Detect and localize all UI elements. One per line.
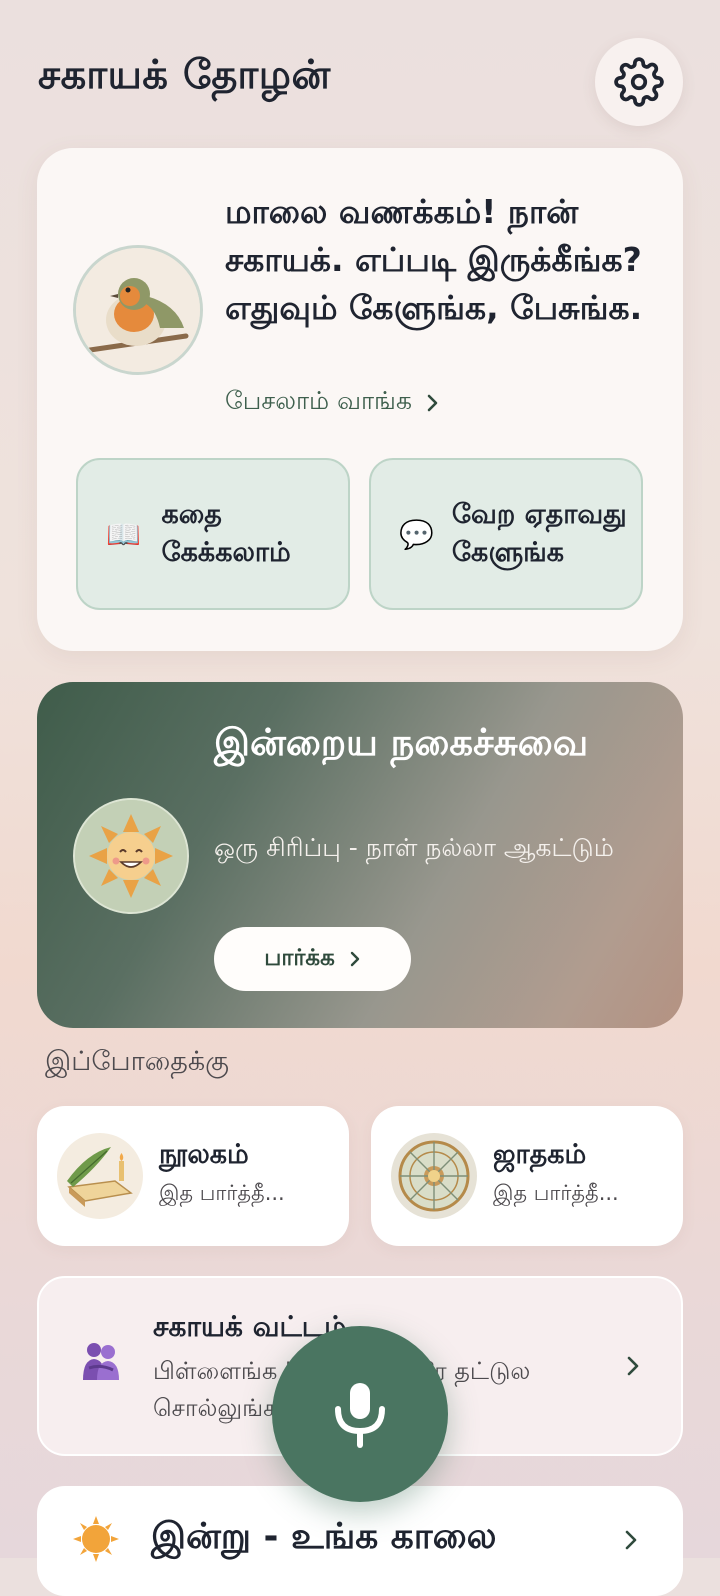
view-joke-button[interactable]: பார்க்க [214, 927, 411, 991]
welcome-card: மாலை வணக்கம்! நான் சகாயக். எப்படி இருக்க… [37, 148, 683, 651]
story-chip-label: கதை கேக்கலாம் [161, 499, 291, 568]
joke-title: இன்றைய நகைச்சுவை [214, 721, 589, 764]
chevron-right-icon [625, 1530, 637, 1550]
horoscope-subtitle: இத பார்த்தீ... [493, 1181, 619, 1205]
today-title: இன்று - உங்க காலை [151, 1516, 497, 1557]
people-hug-icon [83, 1343, 119, 1380]
ask-anything-chip[interactable]: 💬 வேற ஏதாவது கேளுங்க [369, 458, 643, 610]
settings-button[interactable] [595, 38, 683, 126]
app-title: சகாயக் தோழன் [38, 52, 331, 98]
microphone-icon [335, 1383, 385, 1448]
story-chip[interactable]: 📖 கதை கேக்கலாம் [76, 458, 350, 610]
lets-talk-link[interactable]: பேசலாம் வாங்க [225, 386, 440, 419]
welcome-message: மாலை வணக்கம்! நான் சகாயக். எப்படி இருக்க… [225, 192, 643, 327]
lets-talk-label: பேசலாம் வாங்க [225, 386, 412, 415]
chevron-right-icon [427, 394, 438, 411]
gear-icon [614, 57, 664, 107]
book-icon: 📖 [106, 517, 141, 551]
smiling-sun-avatar [73, 798, 189, 914]
zodiac-wheel-icon [391, 1133, 477, 1219]
daily-joke-card[interactable]: இன்றைய நகைச்சுவை ஒரு சிரிப்பு - நாள் நல்… [37, 682, 683, 1028]
sun-icon [73, 1516, 119, 1562]
microphone-button[interactable] [272, 1326, 448, 1502]
horoscope-title: ஜாதகம் [493, 1139, 587, 1170]
robin-bird-avatar [73, 245, 203, 375]
horoscope-tile[interactable]: ஜாதகம் இத பார்த்தீ... [371, 1106, 683, 1246]
library-subtitle: இத பார்த்தீ... [159, 1181, 285, 1205]
section-label: இப்போதைக்கு [45, 1046, 229, 1077]
library-tile[interactable]: நூலகம் இத பார்த்தீ... [37, 1106, 349, 1246]
joke-subtitle: ஒரு சிரிப்பு - நாள் நல்லா ஆகட்டும் [214, 833, 614, 862]
ask-anything-chip-label: வேற ஏதாவது கேளுங்க [451, 499, 627, 568]
view-joke-label: பார்க்க [264, 944, 335, 971]
today-morning-card[interactable]: இன்று - உங்க காலை [37, 1486, 683, 1596]
chevron-right-icon [627, 1356, 639, 1376]
book-library-icon [57, 1133, 143, 1219]
library-title: நூலகம் [159, 1139, 249, 1170]
chevron-right-icon [350, 951, 359, 967]
speech-bubble-icon: 💬 [399, 517, 434, 551]
